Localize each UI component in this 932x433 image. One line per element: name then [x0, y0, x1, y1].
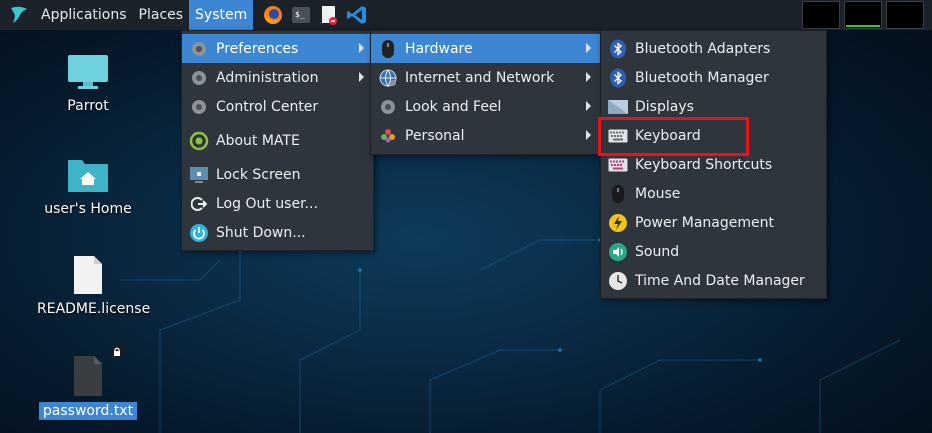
gear-icon: [377, 96, 399, 118]
cpu-monitor[interactable]: [802, 1, 840, 29]
mouse-icon: [607, 183, 629, 205]
submenu-arrow-icon: [359, 72, 364, 82]
svg-text:$_: $_: [295, 10, 305, 19]
menu-item-label: Log Out user...: [216, 195, 318, 212]
menu-item-label: Preferences: [216, 40, 299, 57]
keyboard-shortcuts-icon: [607, 154, 629, 176]
menu-item-administration[interactable]: Administration: [182, 63, 373, 92]
gear-icon: [188, 38, 210, 60]
submenu-arrow-icon: [586, 130, 591, 140]
menu-item-label: Keyboard Shortcuts: [635, 156, 773, 173]
menu-item-label: About MATE: [216, 132, 300, 149]
applications-menu[interactable]: Applications: [35, 0, 133, 30]
submenu-arrow-icon: [586, 43, 591, 53]
menu-item-label: Control Center: [216, 98, 319, 115]
gear-icon: [188, 67, 210, 89]
bluetooth-icon: [607, 38, 629, 60]
keyboard-highlight-annotation: [598, 117, 749, 156]
menu-item-look-and-feel[interactable]: Look and Feel: [371, 92, 600, 121]
hardware-submenu: Bluetooth Adapters Bluetooth Manager Dis…: [600, 30, 827, 299]
menu-item-about-mate[interactable]: About MATE: [182, 126, 373, 155]
desktop-icon-parrot[interactable]: Parrot: [33, 53, 143, 115]
menu-item-label: Look and Feel: [405, 98, 502, 115]
menu-item-bluetooth-adapters[interactable]: Bluetooth Adapters: [601, 34, 826, 63]
menu-item-label: Time And Date Manager: [635, 272, 805, 289]
preferences-submenu: Hardware Internet and Network Look and F…: [370, 30, 601, 155]
menu-item-shut-down[interactable]: Shut Down...: [182, 218, 373, 247]
gear-icon: [188, 96, 210, 118]
desktop-icon-home[interactable]: user's Home: [33, 154, 143, 218]
mate-logo-icon: [188, 130, 210, 152]
submenu-arrow-icon: [586, 72, 591, 82]
menu-item-mouse[interactable]: Mouse: [601, 179, 826, 208]
menu-item-bluetooth-manager[interactable]: Bluetooth Manager: [601, 63, 826, 92]
menu-item-label: Internet and Network: [405, 69, 555, 86]
menu-item-time-date-manager[interactable]: Time And Date Manager: [601, 266, 826, 295]
lock-screen-icon: [188, 164, 210, 186]
menu-item-control-center[interactable]: Control Center: [182, 92, 373, 121]
display-icon: [607, 96, 629, 118]
menu-item-label: Power Management: [635, 214, 775, 231]
menu-item-lock-screen[interactable]: Lock Screen: [182, 160, 373, 189]
system-dropdown: Preferences Administration Control Cente…: [181, 30, 374, 251]
mouse-icon: [377, 38, 399, 60]
power-management-icon: [607, 212, 629, 234]
desktop-icon-password[interactable]: password.txt: [33, 346, 143, 420]
top-panel: Applications Places System $_: [0, 0, 932, 30]
menu-item-label: Sound: [635, 243, 680, 260]
submenu-arrow-icon: [359, 43, 364, 53]
menu-item-label: Hardware: [405, 40, 473, 57]
menu-item-sound[interactable]: Sound: [601, 237, 826, 266]
parrot-logo-icon[interactable]: [7, 3, 31, 27]
menu-item-label: Displays: [635, 98, 694, 115]
menu-item-label: Bluetooth Manager: [635, 69, 769, 86]
vscode-icon[interactable]: [343, 0, 371, 30]
logout-icon: [188, 193, 210, 215]
menu-item-label: Lock Screen: [216, 166, 301, 183]
menu-item-hardware[interactable]: Hardware: [371, 34, 600, 63]
system-monitors: [802, 1, 924, 29]
text-editor-icon[interactable]: [315, 0, 343, 30]
firefox-icon[interactable]: [259, 0, 287, 30]
globe-icon: [377, 67, 399, 89]
menu-item-label: Mouse: [635, 185, 681, 202]
desktop-icon-label: user's Home: [44, 201, 132, 217]
power-icon: [188, 222, 210, 244]
menu-item-label: Shut Down...: [216, 224, 306, 241]
computer-icon: [33, 53, 143, 91]
flower-icon: [377, 125, 399, 147]
places-menu[interactable]: Places: [133, 0, 190, 30]
submenu-arrow-icon: [586, 101, 591, 111]
menu-item-internet-network[interactable]: Internet and Network: [371, 63, 600, 92]
system-menu[interactable]: System: [189, 0, 254, 30]
desktop-icon-label: password.txt: [38, 402, 138, 420]
menu-item-power-management[interactable]: Power Management: [601, 208, 826, 237]
memory-monitor[interactable]: [844, 1, 882, 29]
desktop-icon-label: README.license: [37, 301, 151, 317]
menu-item-log-out[interactable]: Log Out user...: [182, 189, 373, 218]
lock-badge-icon: [111, 346, 123, 358]
document-icon: [33, 254, 143, 294]
menu-item-preferences[interactable]: Preferences: [182, 34, 373, 63]
menu-item-personal[interactable]: Personal: [371, 121, 600, 150]
menu-item-label: Administration: [216, 69, 319, 86]
desktop-icon-label: Parrot: [67, 98, 109, 114]
terminal-icon[interactable]: $_: [287, 0, 315, 30]
locked-file-icon: [33, 346, 143, 396]
network-monitor[interactable]: [886, 1, 924, 29]
sound-icon: [607, 241, 629, 263]
menu-item-label: Personal: [405, 127, 465, 144]
menu-item-label: Bluetooth Adapters: [635, 40, 771, 57]
bluetooth-icon: [607, 67, 629, 89]
clock-icon: [607, 270, 629, 292]
home-folder-icon: [33, 154, 143, 194]
desktop-icon-readme[interactable]: README.license: [33, 254, 150, 318]
